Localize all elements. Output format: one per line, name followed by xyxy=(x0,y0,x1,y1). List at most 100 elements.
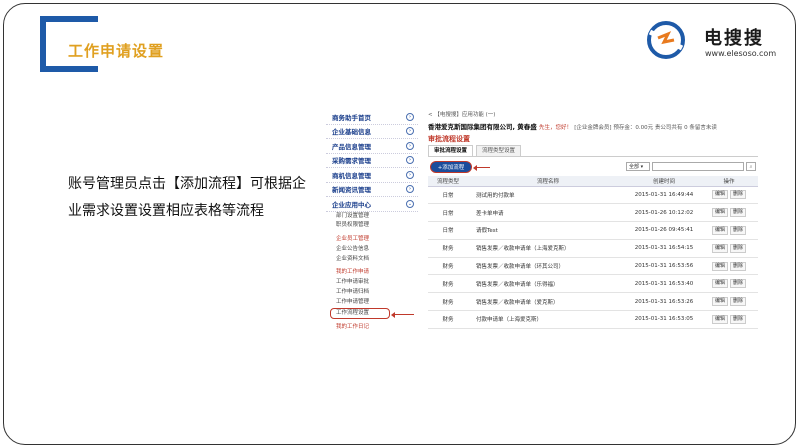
delete-button[interactable]: 删除 xyxy=(730,190,747,200)
row-actions: 编辑 删除 xyxy=(700,203,758,223)
sidebar-head[interactable]: 商机信息管理 › xyxy=(326,168,418,183)
row-actions: 编辑 删除 xyxy=(700,257,758,276)
brand-url: www.elesoso.com xyxy=(705,49,777,58)
edit-button[interactable]: 编辑 xyxy=(711,279,728,289)
edit-button[interactable]: 编辑 xyxy=(711,261,728,271)
search-input[interactable] xyxy=(652,162,744,171)
row-time: 2015-01-31 16:49:44 xyxy=(628,186,700,205)
row-type: 日常 xyxy=(428,221,468,240)
sidebar-item[interactable]: 工作申请审批 xyxy=(326,278,418,288)
slide-frame: 工作申请设置 电搜搜 www.elesoso.com 账号管理员点击【添加流程】… xyxy=(3,3,796,445)
table-row: 财务 销售发票／收款申请单（爱克斯） 2015-01-31 16:53:26 编辑 删除 xyxy=(428,292,758,312)
toolbar: +添加流程 全部 ▾ ⌕ xyxy=(428,160,758,176)
column-header: 创建时间 xyxy=(628,176,700,187)
tab-flow-types[interactable]: 流程类型设置 xyxy=(476,145,522,156)
brand-name: 电搜搜 xyxy=(704,28,764,49)
edit-button[interactable]: 编辑 xyxy=(711,208,728,218)
table-row: 日常 请假Test 2015-01-26 09:45:41 编辑 删除 xyxy=(428,221,758,240)
sidebar-item[interactable]: 工作申请归档 xyxy=(326,288,418,298)
row-actions: 编辑 删除 xyxy=(700,292,758,312)
chevron-icon: › xyxy=(406,170,414,179)
row-actions: 编辑 删除 xyxy=(700,221,758,240)
sidebar-item[interactable]: 企业资料文档 xyxy=(326,255,418,265)
row-time: 2015-01-26 09:45:41 xyxy=(628,221,700,240)
sidebar-item[interactable]: 我的工作日记 xyxy=(326,323,418,333)
table-row: 财务 付款申请单（上海爱克斯） 2015-01-31 16:53:05 编辑 删除 xyxy=(428,310,758,329)
row-name: 销售发票／收款申请单（爱克斯） xyxy=(468,292,628,312)
row-type: 财务 xyxy=(428,292,468,312)
delete-button[interactable]: 删除 xyxy=(730,208,747,218)
sidebar-item[interactable]: 我的工作申请 xyxy=(326,268,418,278)
row-type: 财务 xyxy=(428,257,468,276)
delete-button[interactable]: 删除 xyxy=(730,279,747,289)
sidebar-head[interactable]: 企业基础信息 › xyxy=(326,125,418,139)
row-type: 日常 xyxy=(428,186,468,205)
annotation-arrow xyxy=(473,164,490,171)
edit-button[interactable]: 编辑 xyxy=(711,297,728,307)
delete-button[interactable]: 删除 xyxy=(730,225,747,235)
sidebar-item[interactable]: 职员权限管理 xyxy=(326,221,418,231)
annotation-arrow xyxy=(391,311,414,318)
slide-title: 工作申请设置 xyxy=(68,42,165,60)
edit-button[interactable]: 编辑 xyxy=(711,225,728,235)
row-time: 2015-01-31 16:53:40 xyxy=(628,274,700,294)
delete-button[interactable]: 删除 xyxy=(730,261,747,271)
tab-approval-flow[interactable]: 审批流程设置 xyxy=(428,145,474,156)
type-filter-select[interactable]: 全部 ▾ xyxy=(626,162,650,171)
edit-button[interactable]: 编辑 xyxy=(711,190,728,200)
row-time: 2015-01-31 16:53:26 xyxy=(628,292,700,312)
delete-button[interactable]: 删除 xyxy=(730,297,747,307)
row-name: 销售发票／收款申请单（乐得福） xyxy=(468,274,628,294)
row-time: 2015-01-31 16:54:15 xyxy=(628,239,700,258)
add-flow-button[interactable]: +添加流程 xyxy=(430,161,472,173)
chevron-icon: › xyxy=(406,127,414,136)
row-name: 付款申请单（上海爱克斯） xyxy=(468,310,628,329)
table-header: 流程类型 流程名称 创建时间 操作 xyxy=(428,176,758,187)
row-type: 财务 xyxy=(428,274,468,294)
column-header: 操作 xyxy=(700,176,758,187)
app-screenshot: 商务助手首页 › 企业基础信息 › 产品信息管理 › 采购需求管理 › 商机信息管理 › … xyxy=(326,104,758,340)
row-type: 财务 xyxy=(428,239,468,258)
sidebar-head[interactable]: 新闻资讯管理 › xyxy=(326,183,418,197)
sidebar-head[interactable]: 产品信息管理 › xyxy=(326,139,418,154)
sidebar-head[interactable]: 企业应用中心 ⌄ xyxy=(326,197,418,212)
sidebar-item[interactable]: 工作申请管理 xyxy=(326,298,418,308)
row-actions: 编辑 删除 xyxy=(700,186,758,205)
delete-button[interactable]: 删除 xyxy=(730,314,747,324)
row-type: 财务 xyxy=(428,310,468,329)
workflow-table: 流程类型 流程名称 创建时间 操作 日常 测试用的付款单 2015-01-31 16… xyxy=(428,176,758,329)
row-time: 2015-01-31 16:53:05 xyxy=(628,310,700,329)
row-time: 2015-01-26 10:12:02 xyxy=(628,203,700,223)
sidebar-item[interactable]: 企业公告信息 xyxy=(326,245,418,255)
search-icon[interactable]: ⌕ xyxy=(746,162,756,171)
sidebar-head[interactable]: 商务助手首页 › xyxy=(326,110,418,125)
row-actions: 编辑 删除 xyxy=(700,274,758,294)
tab-bar: 审批流程设置 流程类型设置 xyxy=(428,145,758,157)
company-line: 香港爱克斯国际集团有限公司, 黄春盛 先生，您好！ [企业金牌会员] 预存金：0… xyxy=(428,120,758,134)
delete-button[interactable]: 删除 xyxy=(730,243,747,253)
row-name: 测试用的付款单 xyxy=(468,186,628,205)
chevron-icon: › xyxy=(406,185,414,194)
account-meta: [企业金牌会员] 预存金：0.00元 贵公司共有 0 条留言未读 xyxy=(574,125,717,131)
greeting: 先生，您好！ xyxy=(539,125,573,131)
column-header: 流程名称 xyxy=(468,176,628,187)
table-row: 日常 差卡单申请 2015-01-26 10:12:02 编辑 删除 xyxy=(428,203,758,223)
chevron-icon: › xyxy=(406,141,414,150)
edit-button[interactable]: 编辑 xyxy=(711,314,728,324)
table-row: 财务 销售发票／收款申请单（乐得福） 2015-01-31 16:53:40 编辑 删除 xyxy=(428,274,758,294)
column-header: 流程类型 xyxy=(428,176,468,187)
edit-button[interactable]: 编辑 xyxy=(711,243,728,253)
breadcrumb: < 【电搜搜】应用功能 (一) xyxy=(428,112,496,118)
row-actions: 编辑 删除 xyxy=(700,310,758,329)
section-title: 审批流程设置 xyxy=(428,135,470,143)
sidebar-item[interactable]: 企业员工管理 xyxy=(326,235,418,245)
main-content: < 【电搜搜】应用功能 (一) 香港爱克斯国际集团有限公司, 黄春盛 先生，您好… xyxy=(428,110,758,329)
row-type: 日常 xyxy=(428,203,468,223)
table-row: 财务 销售发票／收款申请单（环其公司） 2015-01-31 16:53:56 编辑删… xyxy=(428,257,758,276)
row-name: 销售发票／收款申请单（环其公司） xyxy=(468,257,628,276)
slide-description: 账号管理员点击【添加流程】可根据企业需求设置设置相应表格等流程 xyxy=(68,176,306,219)
sidebar-item[interactable]: 部门设置管理 xyxy=(326,212,418,222)
table-row: 日常 测试用的付款单 2015-01-31 16:49:44 编辑 删除 xyxy=(428,186,758,205)
sidebar-head[interactable]: 采购需求管理 › xyxy=(326,154,418,168)
sidebar-item-workflow-settings[interactable]: 工作流程设置 xyxy=(330,307,390,320)
